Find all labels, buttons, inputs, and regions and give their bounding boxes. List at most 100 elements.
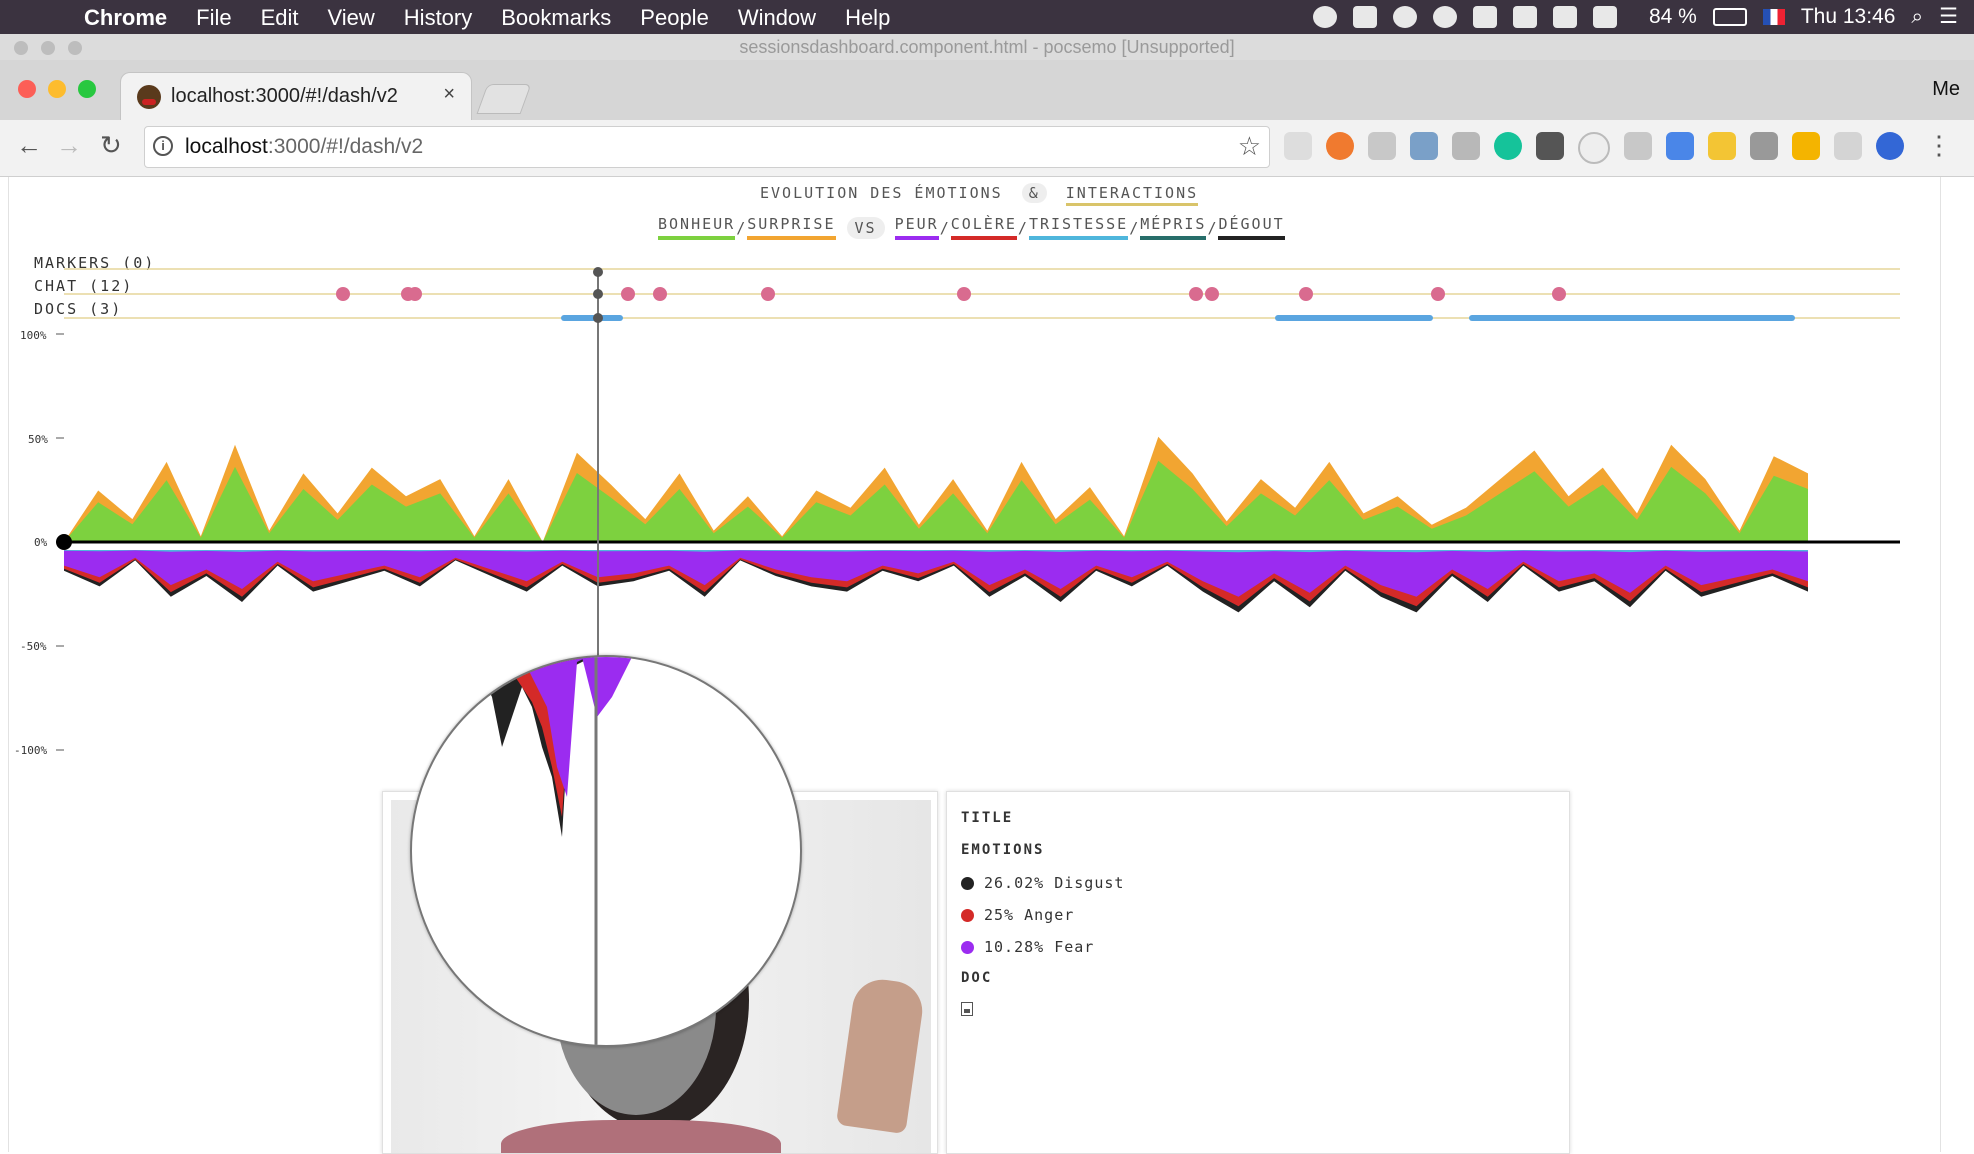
chat-event-dot (1431, 287, 1445, 301)
chat-event-dot (653, 287, 667, 301)
address-bar[interactable]: i localhost:3000/#!/dash/v2 ☆ (144, 126, 1270, 168)
emotion-item: 25% Anger (961, 906, 1074, 924)
docker-icon[interactable] (1472, 5, 1497, 28)
chat-event-dot (957, 287, 971, 301)
browser-tabbar: localhost:3000/#!/dash/v2 × Me (0, 60, 1974, 121)
site-info-icon[interactable]: i (153, 136, 173, 156)
magnifier-lens (410, 655, 802, 1047)
menu-window[interactable]: Window (738, 5, 816, 31)
menu-file[interactable]: File (196, 5, 231, 31)
emotions-heading: EMOTIONS (961, 842, 1045, 858)
dashboard-page: EVOLUTION DES ÉMOTIONS & INTERACTIONS BO… (0, 177, 1974, 1154)
emotion-stream-chart[interactable] (0, 177, 1974, 797)
eyedropper-icon[interactable] (1410, 132, 1438, 160)
extension-icon[interactable] (1578, 132, 1610, 164)
menu-bookmarks[interactable]: Bookmarks (501, 5, 611, 31)
emotion-dot (961, 876, 974, 890)
bookmark-star-icon[interactable]: ☆ (1238, 131, 1261, 162)
window-title: sessionsdashboard.component.html - pocse… (739, 37, 1235, 57)
new-tab-button[interactable] (476, 84, 532, 114)
emotion-dot (961, 908, 974, 922)
menu-people[interactable]: People (640, 5, 709, 31)
chat-event-dot (1205, 287, 1219, 301)
tab-close-icon[interactable]: × (443, 83, 455, 106)
window-controls-inactive (14, 41, 82, 55)
chat-event-dot (408, 287, 422, 301)
reload-icon[interactable]: ↻ (100, 130, 122, 161)
menu-view[interactable]: View (328, 5, 375, 31)
browser-toolbar: ← → ↻ i localhost:3000/#!/dash/v2 ☆ ⋮ (0, 120, 1974, 177)
menu-edit[interactable]: Edit (261, 5, 299, 31)
menu-help[interactable]: Help (845, 5, 890, 31)
extension-icon[interactable] (1326, 132, 1354, 160)
document-image-icon[interactable] (961, 1002, 973, 1016)
emotion-info-card: TITLE EMOTIONS 26.02% Disgust 25% Anger … (946, 791, 1570, 1154)
doc-heading: DOC (961, 970, 993, 986)
cloud-sync-icon[interactable] (1432, 5, 1457, 28)
angular-icon[interactable] (1624, 132, 1652, 160)
extension-icon[interactable] (1536, 132, 1564, 160)
url-host: localhost (185, 135, 268, 158)
emotion-item: 26.02% Disgust (961, 874, 1124, 892)
notes-icon[interactable] (1512, 5, 1537, 28)
back-arrow-icon[interactable]: ← (16, 130, 42, 161)
chat-event-dot (621, 287, 635, 301)
editor-window-titlebar: sessionsdashboard.component.html - pocse… (0, 34, 1974, 60)
battery-icon[interactable] (1712, 7, 1747, 26)
battery-percent[interactable]: 84 % (1649, 5, 1697, 29)
chat-event-dot (336, 287, 350, 301)
record-icon[interactable] (1312, 5, 1337, 28)
emotion-text: 10.28% Fear (984, 938, 1095, 956)
chat-event-dot (761, 287, 775, 301)
airplay-icon[interactable] (1592, 5, 1617, 28)
close-window-button[interactable] (18, 80, 36, 98)
emotion-text: 25% Anger (984, 906, 1075, 924)
fear-area (64, 550, 1808, 597)
playhead-node (593, 267, 603, 277)
extensions-bar (1284, 132, 1904, 164)
star-extension-icon[interactable] (1792, 132, 1820, 160)
extension-icon[interactable] (1750, 132, 1778, 160)
magnified-chart-view (472, 657, 632, 1045)
emotion-item: 10.28% Fear (961, 938, 1094, 956)
forward-arrow-icon[interactable]: → (56, 130, 82, 161)
clock[interactable]: Thu 13:46 (1801, 5, 1896, 29)
chrome-menu-icon[interactable]: ⋮ (1926, 130, 1952, 161)
tab-title: localhost:3000/#!/dash/v2 (171, 85, 398, 107)
maximize-window-button[interactable] (78, 80, 96, 98)
person-hand (835, 975, 927, 1135)
url-text[interactable]: localhost:3000/#!/dash/v2 (185, 135, 423, 159)
browser-tab-active[interactable]: localhost:3000/#!/dash/v2 × (120, 72, 472, 121)
spotlight-search-icon[interactable]: ⌕ (1911, 5, 1923, 29)
camera-icon[interactable] (1452, 132, 1480, 160)
chat-event-dot (1189, 287, 1203, 301)
extension-icon[interactable] (1708, 132, 1736, 160)
menu-history[interactable]: History (404, 5, 472, 31)
info-title: TITLE (961, 810, 1014, 826)
extension-icon[interactable] (1284, 132, 1312, 160)
calendar-icon[interactable] (1666, 132, 1694, 160)
person-shirt (501, 1120, 781, 1153)
extension-icon[interactable] (1834, 132, 1862, 160)
extension-icon[interactable] (1876, 132, 1904, 160)
grammarly-icon[interactable] (1494, 132, 1522, 160)
traffic-lights (18, 80, 96, 98)
flag-fr-icon[interactable] (1762, 8, 1785, 25)
timeline-start-handle (56, 534, 72, 550)
minimize-window-button[interactable] (48, 80, 66, 98)
cloud-icon[interactable] (1392, 5, 1417, 28)
playhead-node (593, 313, 603, 323)
chat-event-dot (1299, 287, 1313, 301)
emotion-dot (961, 940, 974, 954)
favicon-icon (137, 85, 161, 109)
emotion-text: 26.02% Disgust (984, 874, 1125, 892)
macos-menubar: Chrome File Edit View History Bookmarks … (0, 0, 1974, 34)
memory-icon[interactable] (1552, 5, 1577, 28)
chat-event-dot (1552, 287, 1566, 301)
drive-icon[interactable] (1352, 5, 1377, 28)
app-menu: Chrome File Edit View History Bookmarks … (84, 5, 919, 31)
extension-icon[interactable] (1368, 132, 1396, 160)
notification-center-icon[interactable]: ☰ (1939, 4, 1958, 29)
profile-button[interactable]: Me (1932, 78, 1960, 101)
menu-app-name[interactable]: Chrome (84, 5, 167, 31)
